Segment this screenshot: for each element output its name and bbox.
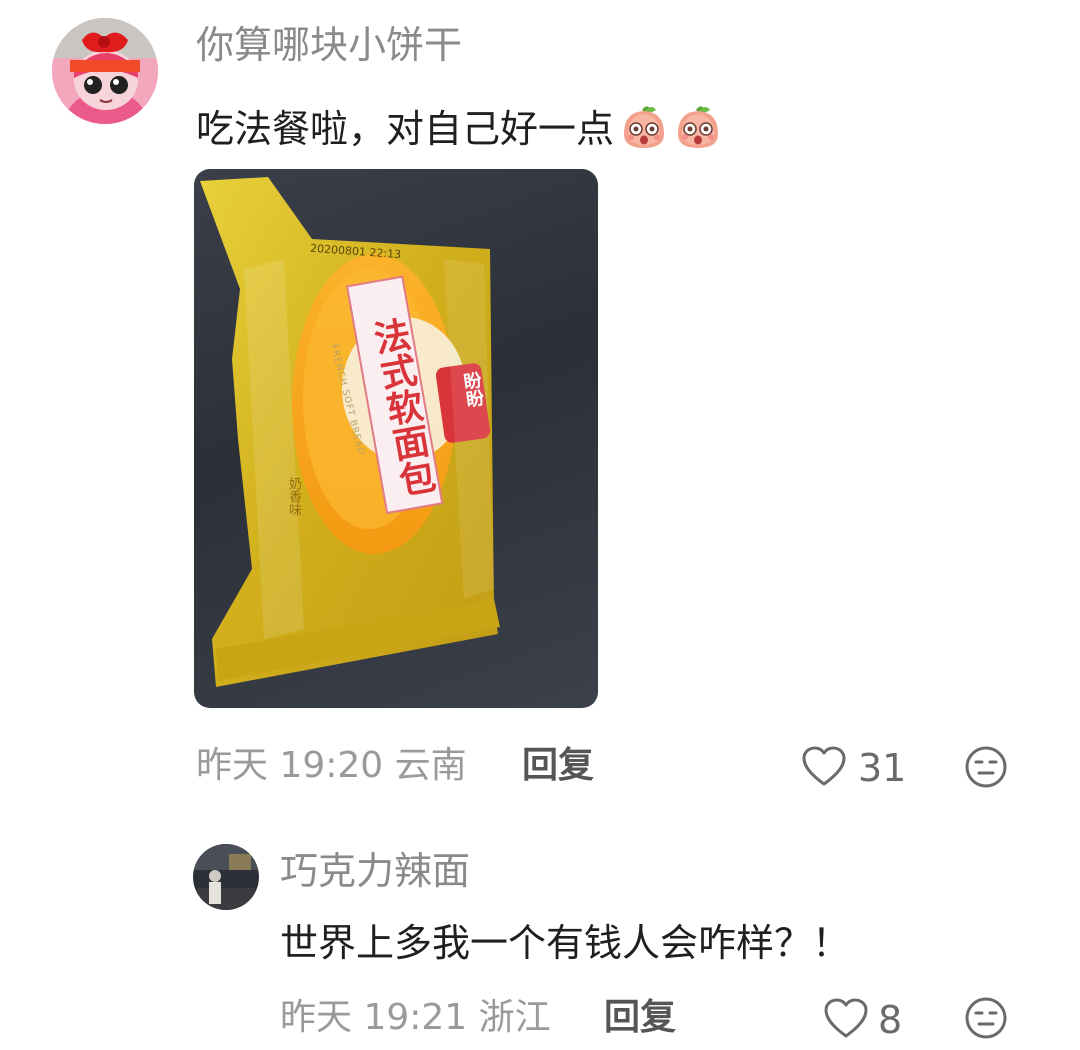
reply-time: 昨天 19:21: [280, 997, 468, 1038]
comment-reply-button[interactable]: 回复: [522, 748, 594, 784]
night-street-avatar-image: [193, 844, 259, 910]
heart-icon: [800, 744, 848, 792]
reply-react-emoji-icon[interactable]: [964, 996, 1008, 1044]
replier-avatar[interactable]: [193, 844, 259, 910]
reply-text: 世界上多我一个有钱人会咋样？！: [280, 921, 851, 965]
comment-like-button[interactable]: 31: [800, 744, 906, 792]
comment-text: 吃法餐啦，对自己好一点: [196, 107, 615, 151]
comment-photo[interactable]: 20200801 22:13 法式软面包 盼盼 FRENCH SOFT BREA…: [194, 169, 598, 708]
comment-meta: 昨天 19:20 云南: [196, 748, 467, 784]
comment-text-row: 吃法餐啦，对自己好一点: [196, 102, 722, 156]
comment-react-emoji-icon[interactable]: [964, 745, 1008, 793]
reply-like-count: 8: [878, 998, 903, 1042]
commenter-username[interactable]: 你算哪块小饼干: [196, 26, 462, 64]
peach-face-emoji-icon: [674, 102, 722, 156]
package-side-label: 奶香味: [286, 477, 301, 516]
comment-like-count: 31: [858, 746, 907, 790]
replier-username[interactable]: 巧克力辣面: [280, 852, 470, 890]
reply-location: 浙江: [478, 997, 551, 1038]
peach-face-emoji-icon: [620, 102, 668, 156]
reply-like-button[interactable]: 8: [822, 996, 902, 1044]
pink-doll-avatar-image: [52, 18, 158, 124]
commenter-avatar[interactable]: [52, 18, 158, 124]
reply-meta: 昨天 19:21 浙江: [280, 1000, 551, 1036]
package-brand: 盼盼: [459, 370, 486, 409]
comment-location: 云南: [394, 745, 467, 786]
comment-time: 昨天 19:20: [196, 745, 384, 786]
heart-icon: [822, 996, 870, 1044]
reply-reply-button[interactable]: 回复: [604, 1000, 676, 1036]
